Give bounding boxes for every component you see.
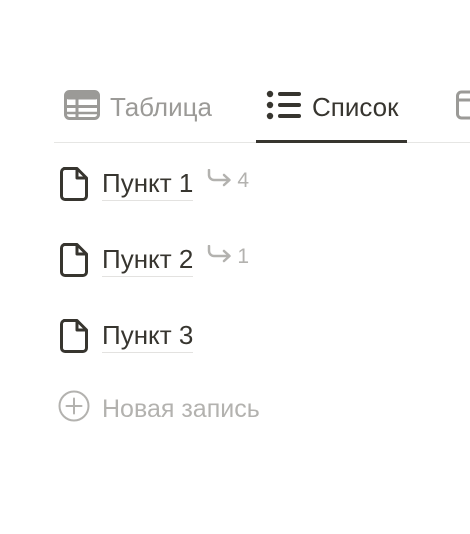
plus-circle-icon bbox=[58, 390, 90, 429]
new-record-label: Новая запись bbox=[102, 394, 260, 423]
view-tabs: Таблица Список bbox=[54, 72, 470, 143]
list-icon bbox=[266, 90, 302, 125]
list-item[interactable]: Пункт 3 bbox=[58, 312, 194, 360]
list-item[interactable]: Пункт 1 4 bbox=[58, 160, 249, 208]
new-record-button[interactable]: Новая запись bbox=[58, 390, 260, 428]
item-title[interactable]: Пункт 3 bbox=[102, 320, 194, 353]
item-title[interactable]: Пункт 2 bbox=[102, 244, 194, 277]
tab-calendar[interactable] bbox=[456, 72, 470, 142]
tab-list-label: Список bbox=[312, 91, 399, 122]
page-icon bbox=[58, 318, 90, 354]
tab-table[interactable]: Таблица bbox=[64, 72, 212, 142]
page-icon bbox=[58, 166, 90, 202]
item-title[interactable]: Пункт 1 bbox=[102, 168, 194, 201]
active-tab-underline bbox=[256, 140, 407, 143]
table-icon bbox=[64, 89, 100, 125]
page-icon bbox=[58, 242, 90, 278]
subitems-count: 1 bbox=[237, 245, 249, 268]
subitems-count: 4 bbox=[237, 169, 249, 192]
list-item[interactable]: Пункт 2 1 bbox=[58, 236, 249, 284]
subitem-arrow-icon bbox=[207, 168, 233, 193]
tab-table-label: Таблица bbox=[110, 91, 212, 122]
subitem-arrow-icon bbox=[207, 244, 233, 269]
subitems-indicator[interactable]: 4 bbox=[207, 168, 249, 193]
subitems-indicator[interactable]: 1 bbox=[207, 244, 249, 269]
calendar-icon bbox=[456, 90, 470, 125]
tab-list[interactable]: Список bbox=[256, 72, 407, 143]
